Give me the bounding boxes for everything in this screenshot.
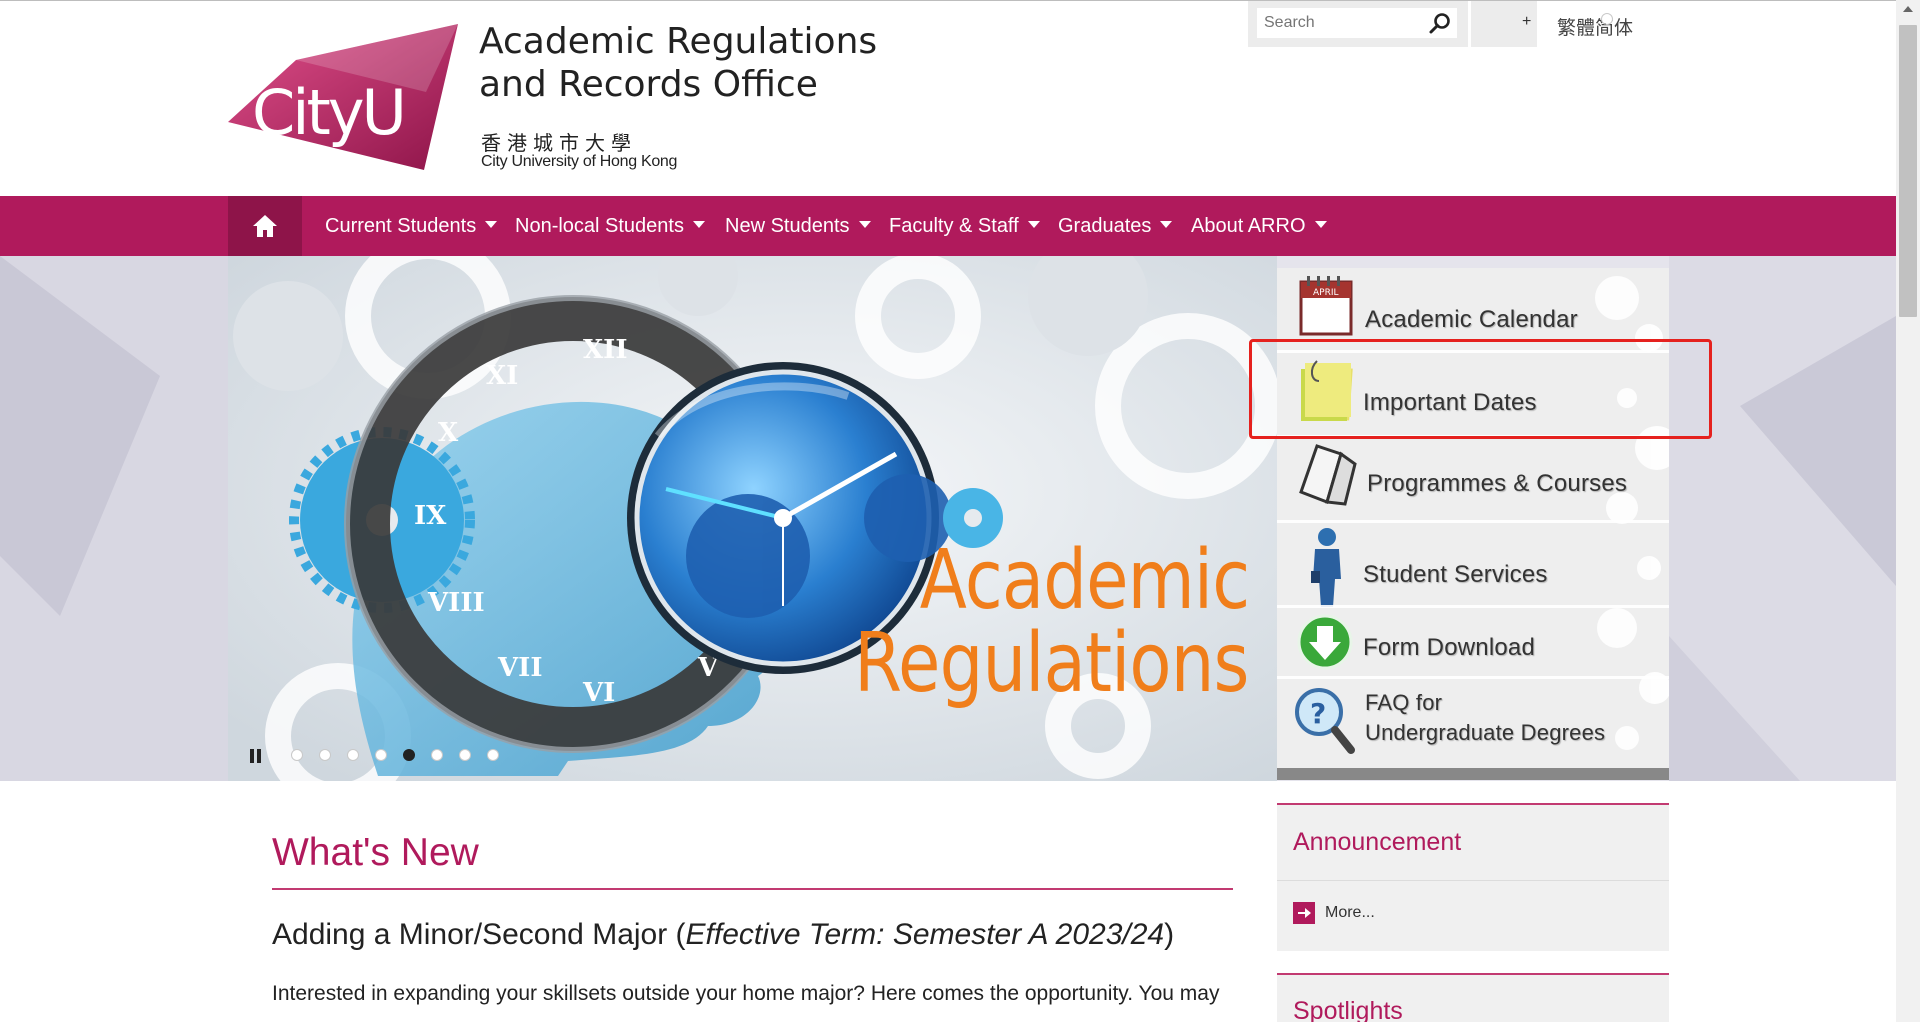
nav-label: Faculty & Staff bbox=[889, 215, 1019, 237]
nav-non-local-students[interactable]: Non-local Students bbox=[515, 196, 705, 256]
quick-link-label-line2: Undergraduate Degrees bbox=[1365, 720, 1606, 745]
box-top-line bbox=[1277, 803, 1669, 805]
student-figure-icon bbox=[1311, 528, 1341, 607]
caret-down-icon bbox=[485, 221, 498, 229]
highlight-annotation-box bbox=[1249, 339, 1712, 439]
cityu-logo[interactable]: CityU bbox=[226, 22, 462, 172]
lang-traditional-link[interactable]: 繁體 bbox=[1557, 18, 1595, 39]
nav-faculty-staff[interactable]: Faculty & Staff bbox=[889, 196, 1040, 256]
scroll-up-arrow-icon[interactable] bbox=[1903, 6, 1913, 12]
dial-numeral: XI bbox=[486, 361, 518, 391]
dial-numeral: VII bbox=[497, 653, 543, 683]
nav-new-students[interactable]: New Students bbox=[725, 196, 871, 256]
lang-separator: · bbox=[1601, 13, 1614, 35]
calendar-month-text: APRIL bbox=[1313, 288, 1339, 298]
search-input[interactable] bbox=[1257, 8, 1457, 38]
quick-link-faq-undergraduate[interactable]: ? FAQ for Undergraduate Degrees bbox=[1277, 678, 1669, 768]
page: CityU Academic Regulations and Records O… bbox=[0, 0, 1920, 1022]
arrow-right-icon bbox=[1293, 902, 1315, 924]
caret-down-icon bbox=[858, 221, 871, 229]
slider-dot[interactable] bbox=[319, 749, 331, 761]
cityu-logo-mark: CityU bbox=[228, 24, 458, 170]
quick-link-label: FAQ for bbox=[1365, 690, 1443, 715]
heading-underline bbox=[272, 888, 1233, 890]
spotlights-box: Spotlights bbox=[1277, 973, 1669, 1022]
nav-label: About ARRO bbox=[1191, 215, 1306, 237]
pause-icon-bar bbox=[250, 749, 254, 763]
article-title[interactable]: Adding a Minor/Second Major (Effective T… bbox=[272, 918, 1174, 952]
vertical-scrollbar[interactable] bbox=[1896, 0, 1920, 1022]
university-name-english: City University of Hong Kong bbox=[481, 153, 678, 170]
magnifier-question-icon: ? bbox=[1295, 688, 1355, 754]
caret-down-icon bbox=[1314, 221, 1327, 229]
university-name-chinese: 香港城市大學 bbox=[481, 133, 637, 155]
nav-label: Current Students bbox=[325, 215, 477, 237]
nav-label: Non-local Students bbox=[515, 215, 684, 237]
nav-current-students[interactable]: Current Students bbox=[325, 196, 498, 256]
announcement-more-link[interactable]: More... bbox=[1293, 902, 1375, 924]
dept-title-line1: Academic Regulations bbox=[479, 21, 878, 62]
dial-numeral: X bbox=[438, 418, 459, 448]
more-label: More... bbox=[1325, 904, 1375, 922]
expand-toggle-button[interactable]: + bbox=[1471, 1, 1537, 47]
article-title-suffix: ) bbox=[1164, 918, 1175, 951]
quick-link-label: Form Download bbox=[1363, 634, 1535, 661]
top-border bbox=[0, 0, 1896, 1]
svg-text:?: ? bbox=[1310, 697, 1326, 730]
slider-dot[interactable] bbox=[375, 749, 387, 761]
quick-link-label: Academic Calendar bbox=[1365, 306, 1578, 333]
dept-title-line2: and Records Office bbox=[479, 64, 818, 105]
slider-dot[interactable] bbox=[291, 749, 303, 761]
dial-numeral: XII bbox=[583, 335, 628, 365]
download-arrow-icon bbox=[1297, 614, 1353, 670]
whats-new-heading: What's New bbox=[272, 831, 479, 874]
article-title-prefix: Adding a Minor/Second Major ( bbox=[272, 918, 686, 951]
nav-label: New Students bbox=[725, 215, 850, 237]
book-icon bbox=[1299, 444, 1357, 506]
divider bbox=[1277, 880, 1669, 881]
slider-dot[interactable] bbox=[431, 749, 443, 761]
quick-link-academic-calendar[interactable]: APRIL Academic Calendar bbox=[1277, 268, 1669, 350]
slider-dot[interactable] bbox=[487, 749, 499, 761]
nav-graduates[interactable]: Graduates bbox=[1058, 196, 1173, 256]
slide-title-line2: Regulations bbox=[854, 616, 1250, 711]
hero-slider[interactable]: XII XI X IX VIII VII VI V II bbox=[228, 256, 1277, 781]
dial-numeral: VIII bbox=[427, 588, 485, 618]
quick-link-student-services[interactable]: Student Services bbox=[1277, 523, 1669, 607]
calendar-icon: APRIL bbox=[1299, 276, 1353, 336]
caret-down-icon bbox=[1160, 221, 1173, 229]
announcement-box: Announcement More... bbox=[1277, 803, 1669, 951]
search-box bbox=[1248, 1, 1468, 47]
article-title-effective-term: Effective Term: Semester A 2023/24 bbox=[685, 918, 1165, 951]
quick-links-bottom-bar bbox=[1277, 768, 1669, 780]
nav-label: Graduates bbox=[1058, 215, 1152, 237]
quick-link-programmes-courses[interactable]: Programmes & Courses bbox=[1277, 438, 1669, 520]
logo-text: CityU bbox=[252, 76, 404, 149]
slide-title-line1: Academic bbox=[919, 533, 1250, 628]
home-button[interactable] bbox=[228, 196, 302, 256]
nav-about-arro[interactable]: About ARRO bbox=[1191, 196, 1327, 256]
quick-link-label: Student Services bbox=[1363, 561, 1548, 588]
plus-icon: + bbox=[1522, 13, 1532, 30]
home-icon bbox=[253, 215, 277, 237]
department-title[interactable]: Academic Regulations and Records Office bbox=[479, 20, 877, 106]
spotlights-heading: Spotlights bbox=[1293, 997, 1403, 1022]
slider-pause-button[interactable] bbox=[247, 747, 265, 765]
dial-numeral: VI bbox=[582, 678, 615, 708]
main-navigation: Current Students Non-local Students New … bbox=[0, 196, 1896, 256]
quick-link-label: Programmes & Courses bbox=[1367, 470, 1628, 497]
slider-dot[interactable] bbox=[347, 749, 359, 761]
box-top-line bbox=[1277, 973, 1669, 975]
slider-dot-active[interactable] bbox=[403, 749, 415, 761]
caret-down-icon bbox=[692, 221, 705, 229]
slider-dot[interactable] bbox=[459, 749, 471, 761]
announcement-heading: Announcement bbox=[1293, 828, 1462, 856]
scrollbar-thumb[interactable] bbox=[1899, 25, 1917, 317]
search-icon[interactable] bbox=[1428, 11, 1452, 35]
language-switcher: 繁體 · 简体 bbox=[1557, 13, 1633, 40]
article-body: Interested in expanding your skillsets o… bbox=[272, 982, 1220, 1005]
pause-icon-bar bbox=[257, 749, 261, 763]
caret-down-icon bbox=[1027, 221, 1040, 229]
dial-numeral: IX bbox=[414, 501, 447, 531]
